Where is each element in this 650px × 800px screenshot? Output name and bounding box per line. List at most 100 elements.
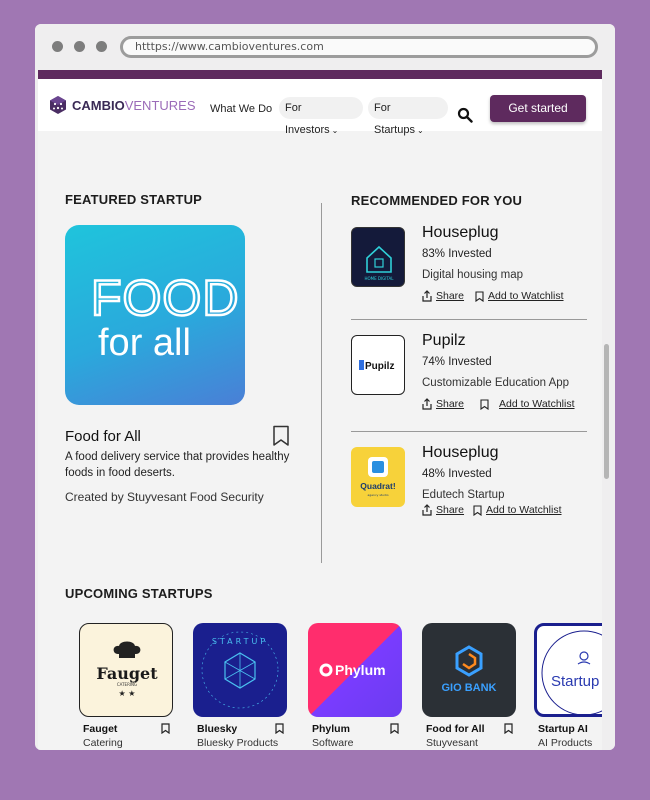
cube-logo-icon — [50, 96, 66, 114]
fauget-logo-text: Fauget — [96, 664, 158, 683]
recommended-item-actions: Share Add to Watchlist — [422, 398, 575, 410]
phylum-logo-text: Phylum — [335, 662, 386, 678]
phylum-logo-icon: Phylum — [319, 662, 386, 678]
top-accent-bar — [38, 70, 602, 79]
featured-description: A food delivery service that provides he… — [65, 451, 290, 479]
fauget-logo[interactable]: Fauget CATERING ★ ★ — [79, 623, 173, 717]
svg-text:★ ★: ★ ★ — [119, 689, 136, 698]
recommended-item-name: Houseplug — [422, 444, 499, 461]
houseplug-logo-text: HOME DIGITAL — [364, 276, 394, 281]
bluesky-logo[interactable]: STARTUP — [193, 623, 287, 717]
chevron-down-icon: ⌄ — [331, 126, 339, 135]
bookmark-icon[interactable] — [272, 425, 290, 447]
upcoming-category: AI Products — [538, 737, 593, 749]
browser-window: htttps://www.cambioventures.com CAMBIO VE… — [35, 24, 615, 750]
bookmark-icon — [473, 504, 482, 516]
upcoming-card[interactable]: Phylum Phylum Software Supply Chain — [308, 623, 404, 749]
nav-for-startups-label: For Startups — [374, 102, 415, 136]
fauget-logo-subtext: CATERING — [117, 682, 137, 687]
bluesky-logo-text: STARTUP — [212, 637, 268, 646]
quadrat-logo-icon: Quadrat! agency studio — [360, 457, 396, 497]
upcoming-name: Food for All — [426, 723, 485, 735]
upcoming-name: Bluesky — [197, 723, 238, 735]
recommended-heading: RECOMMENDED FOR YOU — [351, 193, 523, 208]
share-link[interactable]: Share — [422, 290, 464, 302]
houseplug-logo[interactable]: HOME DIGITAL — [351, 227, 405, 287]
pupilz-logo[interactable]: Pupilz — [351, 335, 405, 395]
gio-bank-logo-text: GIO BANK — [442, 682, 497, 694]
get-started-button[interactable]: Get started — [490, 95, 586, 122]
food-for-all-logo-icon: FOOD for all — [90, 269, 240, 364]
upcoming-name: Fauget — [83, 723, 118, 735]
chevron-down-icon: ⌄ — [416, 126, 424, 135]
site-navbar: CAMBIO VENTURES What We Do For Investors ⌄… — [38, 79, 602, 136]
brand-logo[interactable]: CAMBIO VENTURES — [48, 94, 196, 116]
quadrat-logo[interactable]: Quadrat! agency studio — [351, 447, 405, 507]
featured-creator: Created by Stuyvesant Food Security — [65, 490, 264, 504]
upcoming-category: Catering Company — [83, 737, 123, 749]
upcoming-category: Stuyvesant Food Security — [426, 737, 478, 749]
gio-bank-logo[interactable]: GIO BANK — [422, 623, 516, 717]
bookmark-icon[interactable] — [504, 723, 513, 734]
bookmark-icon — [480, 398, 489, 410]
nav-for-startups-dropdown[interactable]: For Startups ⌄ — [368, 97, 448, 136]
share-icon — [422, 290, 432, 302]
address-bar[interactable]: htttps://www.cambioventures.com — [120, 36, 598, 58]
nav-what-we-do[interactable]: What We Do — [210, 103, 272, 115]
share-label: Share — [436, 504, 465, 516]
recommended-separator — [351, 431, 587, 432]
startup-ai-logo-text: Startup — [551, 673, 599, 690]
upcoming-heading: UPCOMING STARTUPS — [65, 586, 213, 601]
startup-ai-logo[interactable]: Startup — [534, 623, 602, 717]
bookmark-icon[interactable] — [275, 723, 284, 734]
phylum-logo[interactable]: Phylum — [308, 623, 402, 717]
recommended-item-actions: Share Add to Watchlist — [422, 504, 562, 516]
add-to-watchlist-link[interactable]: Add to Watchlist — [475, 290, 564, 302]
share-icon — [422, 504, 432, 516]
pupilz-logo-icon: Pupilz — [359, 360, 394, 372]
featured-startup-logo[interactable]: FOOD for all — [65, 225, 245, 405]
bookmark-icon — [475, 290, 484, 302]
upcoming-card[interactable]: GIO BANK Food for All Stuyvesant Food Se… — [422, 623, 518, 749]
page-viewport: CAMBIO VENTURES What We Do For Investors ⌄… — [38, 70, 602, 750]
recommended-separator — [351, 319, 587, 320]
brand-name-secondary: VENTURES — [124, 97, 196, 113]
nav-for-investors-label: For Investors — [285, 102, 330, 136]
nav-for-investors-dropdown[interactable]: For Investors ⌄ — [279, 97, 363, 136]
chef-hat-logo-icon: Fauget CATERING ★ ★ — [96, 641, 158, 698]
share-label: Share — [436, 290, 465, 302]
watchlist-label: Add to Watchlist — [486, 504, 562, 516]
search-icon[interactable] — [457, 107, 473, 123]
window-maximize-dot[interactable] — [96, 41, 107, 52]
recommended-item-invested: 83% Invested — [422, 248, 492, 260]
startup-ai-logo-icon: Startup — [541, 630, 602, 714]
window-minimize-dot[interactable] — [74, 41, 85, 52]
add-to-watchlist-link[interactable]: Add to Watchlist — [480, 398, 575, 410]
watchlist-label: Add to Watchlist — [488, 290, 564, 302]
share-link[interactable]: Share — [422, 398, 464, 410]
bookmark-icon[interactable] — [161, 723, 170, 734]
browser-chrome: htttps://www.cambioventures.com — [35, 24, 615, 70]
share-link[interactable]: Share — [422, 504, 464, 516]
share-label: Share — [436, 398, 465, 410]
recommended-item-description: Customizable Education App — [422, 377, 570, 389]
window-close-dot[interactable] — [52, 41, 63, 52]
pupilz-logo-text: Pupilz — [365, 361, 394, 372]
featured-name: Food for All — [65, 428, 141, 445]
upcoming-card[interactable]: Startup Startup AI AI Products — [534, 623, 602, 749]
scrollbar-thumb[interactable] — [604, 344, 609, 479]
upcoming-card[interactable]: STARTUP Bluesky Bluesky Products — [193, 623, 289, 749]
column-divider — [321, 203, 322, 563]
recommended-item-description: Edutech Startup — [422, 489, 505, 501]
share-icon — [422, 398, 432, 410]
featured-heading: FEATURED STARTUP — [65, 192, 203, 207]
brand-name-primary: CAMBIO — [72, 97, 125, 113]
watchlist-label: Add to Watchlist — [499, 398, 575, 410]
upcoming-card[interactable]: Fauget CATERING ★ ★ Fauget Catering Comp… — [79, 623, 175, 749]
recommended-item-invested: 74% Invested — [422, 356, 492, 368]
add-to-watchlist-link[interactable]: Add to Watchlist — [473, 504, 562, 516]
bookmark-icon[interactable] — [390, 723, 399, 734]
recommended-item-name: Houseplug — [422, 224, 499, 241]
quadrat-logo-subtext: agency studio — [367, 493, 388, 497]
geometric-polyhedron-logo-icon: STARTUP — [201, 631, 279, 709]
